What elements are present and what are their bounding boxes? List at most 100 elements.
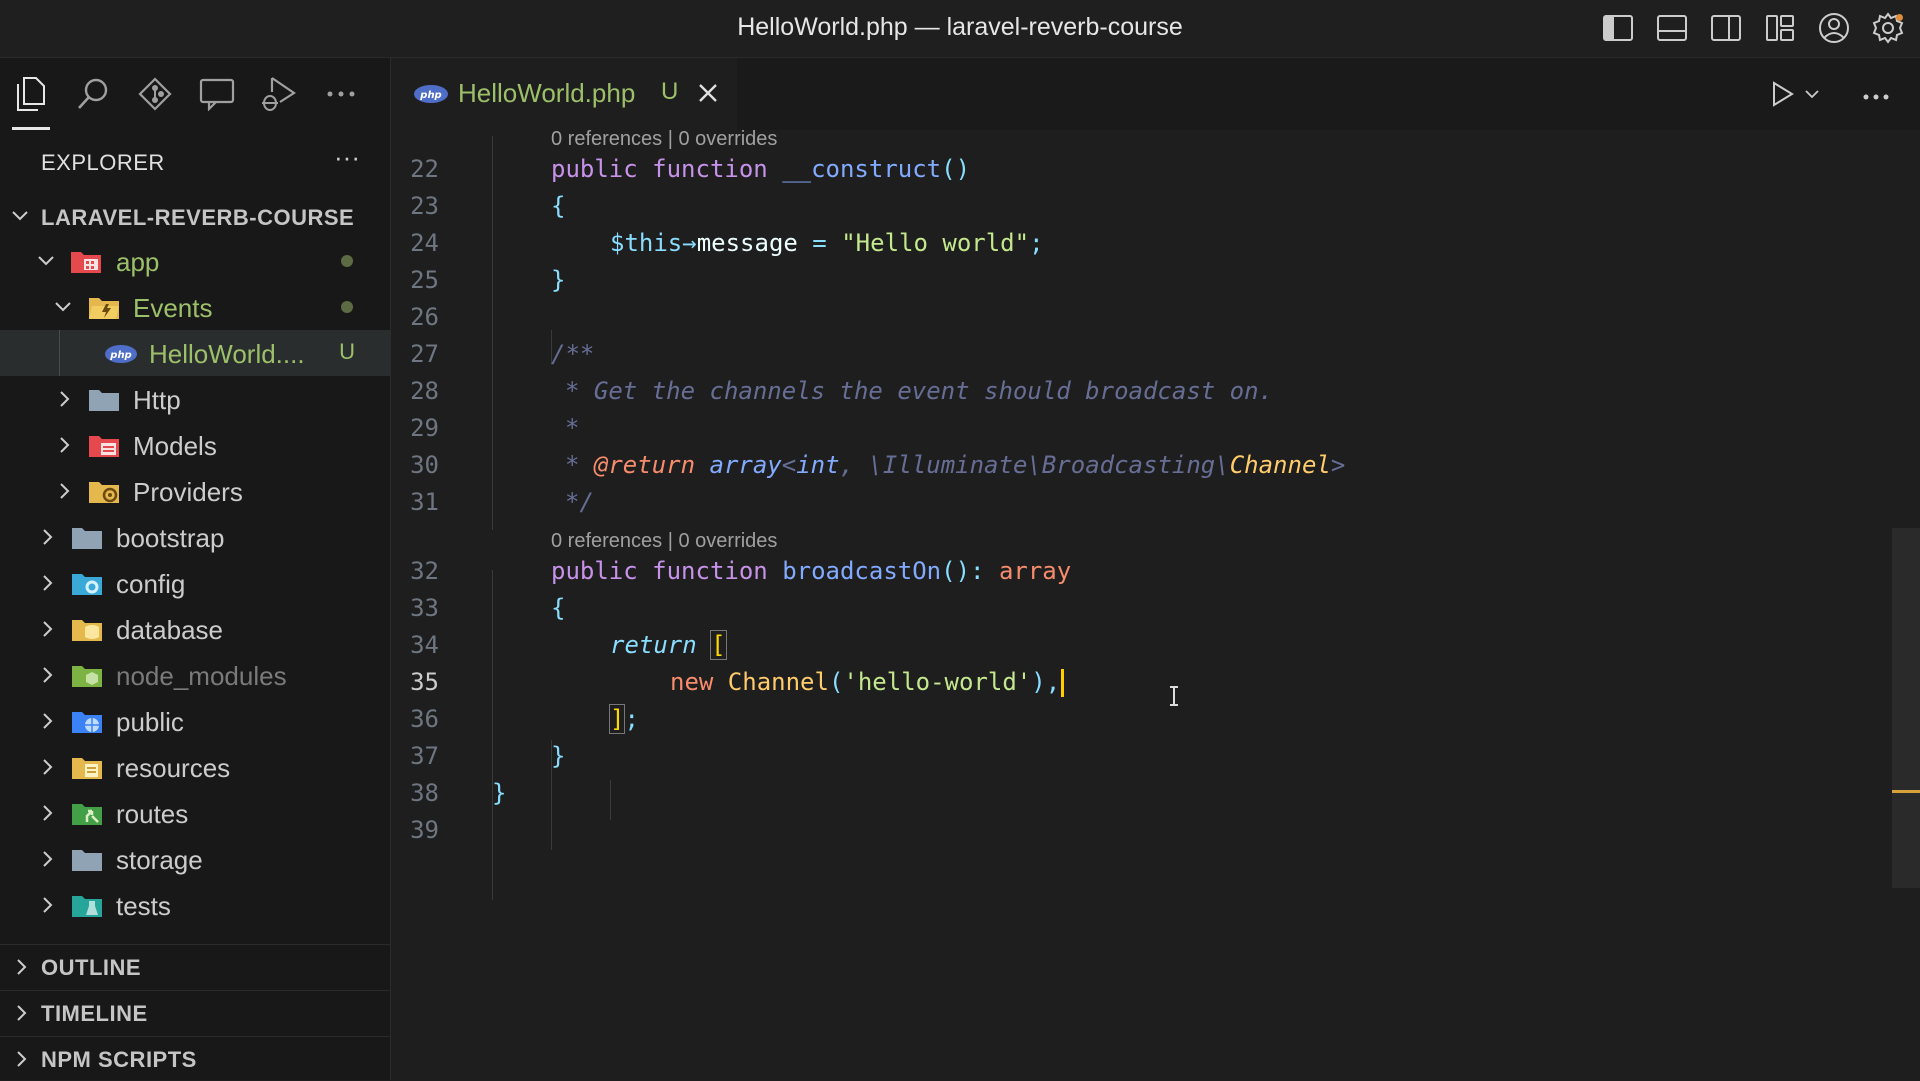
tab-helloworld-php[interactable]: php HelloWorld.php U [391,58,737,132]
chevron-right-icon [55,389,75,414]
tree-item-label: node_modules [116,661,287,691]
svg-text:php: php [109,350,131,361]
line-number: 25 [410,266,439,294]
toggle-panel-icon[interactable] [1654,10,1690,46]
run-debug-icon[interactable] [248,58,310,130]
folder-models-icon [88,432,119,458]
search-icon[interactable] [62,58,124,130]
code-text: * @return array<int, \Illuminate\Broadca… [565,451,1346,479]
tree-item-models[interactable]: Models [0,422,390,468]
code-line: 33 { [391,591,1891,628]
folder-icon [71,524,102,550]
tree-item-storage[interactable]: storage [0,836,390,882]
editor-scrollbar[interactable] [1892,528,1920,888]
tree-item-label: Http [133,385,181,415]
tree-item-bootstrap[interactable]: bootstrap [0,514,390,560]
code-editor[interactable]: 0 references | 0 overrides 22 public fun… [391,128,1920,1080]
folder-app-icon [70,248,101,274]
section-npm-scripts[interactable]: NPM SCRIPTS [0,1036,390,1081]
source-control-icon[interactable] [124,58,186,130]
section-timeline[interactable]: TIMELINE [0,990,390,1035]
tree-item-tests[interactable]: tests [0,882,390,928]
mouse-ibeam-icon [1168,686,1180,711]
section-label: NPM SCRIPTS [41,1047,197,1072]
code-text: /** [551,340,595,368]
explorer-icon[interactable] [0,58,62,130]
code-text: */ [565,488,594,516]
tree-item-label: bootstrap [116,523,225,553]
project-name: LARAVEL-REVERB-COURSE [41,205,355,230]
tab-label: HelloWorld.php [458,78,636,108]
code-text: { [551,192,566,220]
tree-item-providers[interactable]: Providers [0,468,390,514]
code-line: 29 * [391,411,1891,448]
close-icon[interactable] [697,82,719,109]
php-file-icon: php [413,84,449,109]
chevron-right-icon [38,757,58,782]
line-number: 22 [410,155,439,183]
codelens-construct[interactable]: 0 references | 0 overrides [551,128,777,151]
code-line: 34 return [ [391,628,1891,665]
code-line: 38 } [391,776,1891,813]
line-number: 33 [410,594,439,622]
tree-item-events[interactable]: Events [0,284,390,330]
tree-item-label: storage [116,845,203,875]
tree-item-label: Events [133,293,213,323]
settings-gear-icon[interactable] [1870,10,1906,46]
code-text: return [ [610,630,727,660]
folder-public-icon [71,708,102,734]
more-actions-icon[interactable] [1862,88,1890,106]
line-number: 23 [410,192,439,220]
line-number: 24 [410,229,439,257]
codelens-broadcast-on[interactable]: 0 references | 0 overrides [551,530,777,553]
tree-item-database[interactable]: database [0,606,390,652]
code-text: * [565,414,580,442]
folder-resources-icon [71,754,102,780]
section-label: TIMELINE [41,1001,148,1026]
line-number: 34 [410,631,439,659]
tree-item-http[interactable]: Http [0,376,390,422]
activity-bar [0,58,390,130]
line-number: 36 [410,705,439,733]
project-folder-header[interactable]: LARAVEL-REVERB-COURSE [0,198,390,238]
sidebar: EXPLORER ··· LARAVEL-REVERB-COURSE app E… [0,58,391,1080]
chevron-right-icon [38,849,58,874]
folder-icon [88,386,119,412]
tree-item-routes[interactable]: routes [0,790,390,836]
chevron-down-icon [10,206,30,231]
folder-tests-icon [71,892,102,918]
tree-item-app[interactable]: app [0,238,390,284]
chevron-right-icon [55,435,75,460]
tree-item-node-modules[interactable]: node_modules [0,652,390,698]
code-line: 36 ]; [391,702,1891,739]
chevron-right-icon [38,895,58,920]
line-number: 31 [410,488,439,516]
line-number: 30 [410,451,439,479]
tree-item-resources[interactable]: resources [0,744,390,790]
customize-layout-icon[interactable] [1762,10,1798,46]
tree-item-config[interactable]: config [0,560,390,606]
code-line: 30 * @return array<int, \Illuminate\Broa… [391,448,1891,485]
tree-item-helloworld-php[interactable]: php HelloWorld.... U [0,330,390,376]
more-icon[interactable] [310,58,372,130]
run-icon[interactable] [1770,80,1796,113]
chevron-down-icon [36,251,56,276]
text-caret [1061,669,1065,697]
tree-item-public[interactable]: public [0,698,390,744]
chevron-down-icon[interactable] [1804,86,1820,107]
account-icon[interactable] [1816,10,1852,46]
code-text: public function broadcastOn(): array [551,557,1072,585]
line-number: 38 [410,779,439,807]
editor-tab-bar: php HelloWorld.php U [391,58,1920,132]
toggle-primary-sidebar-icon[interactable] [1600,10,1636,46]
code-text: * Get the channels the event should broa… [565,377,1274,405]
remote-explorer-icon[interactable] [186,58,248,130]
line-number: 39 [410,816,439,844]
toggle-secondary-sidebar-icon[interactable] [1708,10,1744,46]
tree-item-label: routes [116,799,189,829]
code-line: 27 /** [391,337,1891,374]
explorer-header: EXPLORER ··· [0,138,390,188]
section-outline[interactable]: OUTLINE [0,944,390,989]
explorer-more-button[interactable]: ··· [334,142,360,173]
code-line: 32 public function broadcastOn(): array [391,554,1891,591]
